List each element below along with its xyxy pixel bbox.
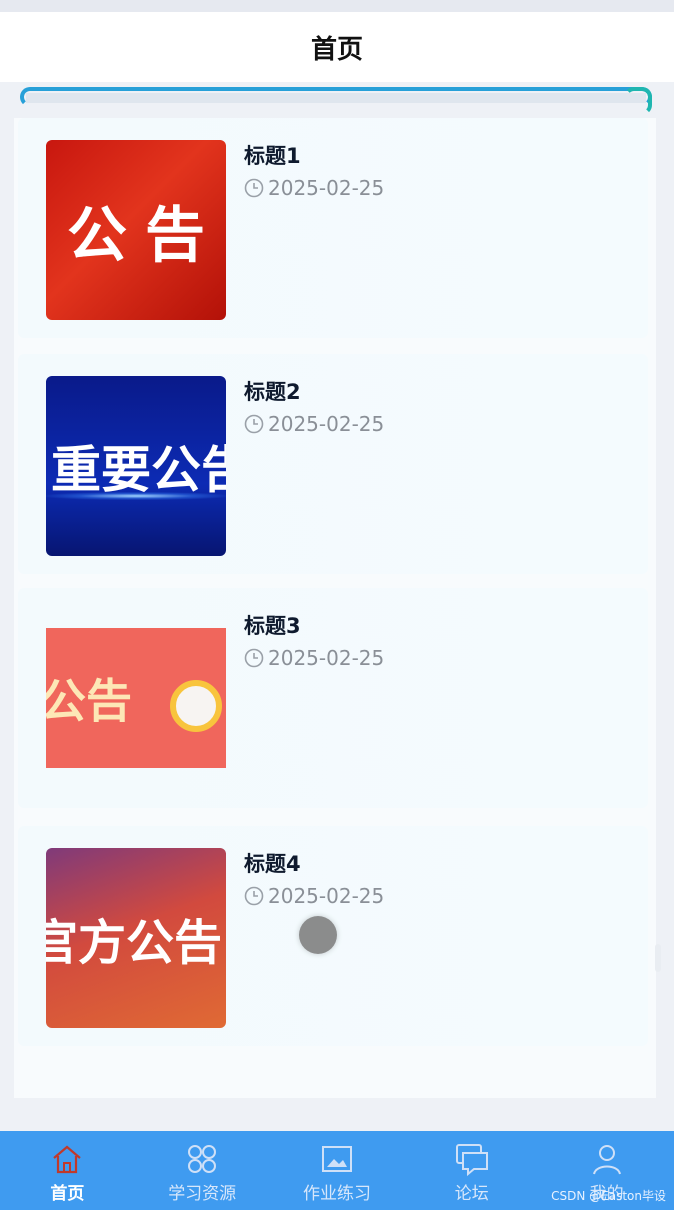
thumbnail-text: 公告 bbox=[46, 674, 132, 728]
item-date: 2025-02-25 bbox=[244, 884, 384, 908]
list-item[interactable]: 公告 标题1 2025-02-25 bbox=[18, 118, 648, 338]
tab-label: 学习资源 bbox=[168, 1184, 237, 1204]
page-title: 首页 bbox=[310, 34, 363, 65]
clock-icon bbox=[244, 886, 264, 906]
thumbnail-text: 公告 bbox=[67, 200, 223, 271]
thumbnail-glow-line bbox=[46, 492, 226, 500]
touch-indicator bbox=[299, 916, 337, 954]
item-title: 标题4 bbox=[244, 852, 301, 876]
item-title: 标题3 bbox=[244, 614, 301, 638]
tab-homework[interactable]: 作业练习 bbox=[270, 1131, 405, 1210]
announcement-thumbnail: 官方公告 bbox=[46, 848, 226, 1028]
image-icon bbox=[321, 1146, 352, 1172]
scrollbar[interactable] bbox=[655, 944, 661, 972]
item-date-text: 2025-02-25 bbox=[268, 412, 385, 436]
progress-bar bbox=[20, 87, 652, 115]
item-date-text: 2025-02-25 bbox=[268, 176, 385, 200]
announcement-thumbnail: 公告 bbox=[46, 628, 226, 768]
thumbnail-text: 官方公告 bbox=[46, 915, 222, 971]
item-title: 标题1 bbox=[244, 144, 301, 168]
item-date-text: 2025-02-25 bbox=[268, 884, 385, 908]
tab-learning-resources[interactable]: 学习资源 bbox=[135, 1131, 270, 1210]
clock-icon bbox=[244, 414, 264, 434]
user-icon bbox=[592, 1145, 621, 1175]
tab-label: 首页 bbox=[50, 1184, 85, 1204]
megaphone-icon bbox=[170, 680, 222, 732]
item-date: 2025-02-25 bbox=[244, 646, 384, 670]
progress-fill bbox=[20, 87, 652, 115]
tab-label: 作业练习 bbox=[302, 1184, 371, 1204]
page-header: 首页 bbox=[0, 12, 674, 82]
announcement-list-container: 公告 标题1 2025-02-25 重要公告 标题2 bbox=[14, 118, 656, 1098]
clock-icon bbox=[244, 178, 264, 198]
announcement-thumbnail: 重要公告 bbox=[46, 376, 226, 556]
home-icon bbox=[53, 1145, 82, 1174]
clock-icon bbox=[244, 648, 264, 668]
watermark: CSDN @Easton毕设 bbox=[551, 1189, 666, 1203]
tab-forum[interactable]: 论坛 bbox=[404, 1131, 539, 1210]
status-bar bbox=[0, 0, 674, 12]
tab-label: 论坛 bbox=[454, 1184, 489, 1204]
list-item[interactable]: 公告 标题3 2025-02-25 bbox=[18, 588, 648, 808]
chat-icon bbox=[455, 1144, 488, 1177]
item-date: 2025-02-25 bbox=[244, 412, 384, 436]
tab-home[interactable]: 首页 bbox=[0, 1131, 135, 1210]
list-item[interactable]: 重要公告 标题2 2025-02-25 bbox=[18, 354, 648, 574]
grid-icon bbox=[188, 1145, 217, 1173]
item-date-text: 2025-02-25 bbox=[268, 646, 385, 670]
bottom-tab-bar: 首页 学习资源 作业练习 论坛 我的 CSDN @Easton毕设 bbox=[0, 1131, 674, 1210]
item-date: 2025-02-25 bbox=[244, 176, 384, 200]
item-title: 标题2 bbox=[244, 380, 301, 404]
announcement-thumbnail: 公告 bbox=[46, 140, 226, 320]
